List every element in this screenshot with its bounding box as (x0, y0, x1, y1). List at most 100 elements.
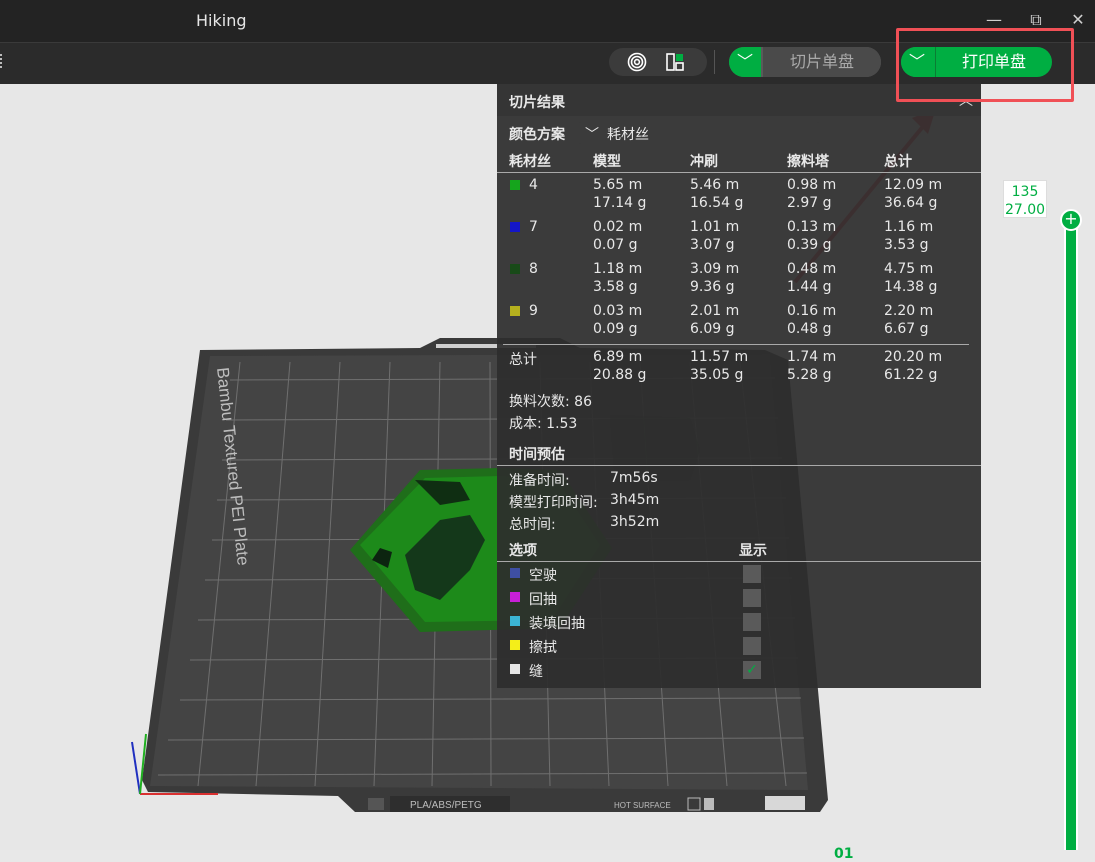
wipe-checkbox[interactable] (743, 637, 761, 655)
layer-number: 135 (1011, 184, 1039, 200)
color-scheme-label: 颜色方案 (509, 127, 565, 143)
slice-plate-label: 切片单盘 (763, 47, 881, 77)
cell: 1.74 m (787, 349, 837, 365)
toolbar-divider (714, 50, 715, 74)
retract-swatch (510, 592, 520, 602)
seam-checkbox[interactable]: ✓ (743, 661, 761, 679)
option-label: 缝 (529, 664, 543, 680)
cell: 12.09 m (884, 177, 943, 193)
panel-title: 切片结果 (509, 95, 565, 111)
cell: 4.75 m (884, 261, 934, 277)
cell: 2.01 m (690, 303, 740, 319)
cell: 1.16 m (884, 219, 934, 235)
deretract-checkbox[interactable] (743, 613, 761, 631)
option-label: 擦拭 (529, 640, 557, 656)
cell: 3.58 g (593, 279, 638, 295)
cell: 14.38 g (884, 279, 938, 295)
filament-id: 4 (529, 177, 538, 193)
cell: 6.89 m (593, 349, 643, 365)
divider (497, 561, 981, 562)
cell: 1.44 g (787, 279, 832, 295)
option-label: 回抽 (529, 592, 557, 608)
layout-view-icon[interactable] (665, 52, 685, 72)
cell: 0.16 m (787, 303, 837, 319)
window-title: Hiking (196, 11, 247, 30)
cell: 5.28 g (787, 367, 832, 383)
cell: 20.88 g (593, 367, 647, 383)
filament-swatch (510, 306, 520, 316)
cell: 16.54 g (690, 195, 744, 211)
options-header: 选项 (509, 543, 537, 559)
cell: 0.98 m (787, 177, 837, 193)
travel-swatch (510, 568, 520, 578)
option-label: 空驶 (529, 568, 557, 584)
deretract-swatch (510, 616, 520, 626)
divider (503, 344, 969, 345)
cell: 2.97 g (787, 195, 832, 211)
view-toggle-group (609, 48, 707, 76)
total-time-label: 总时间: (509, 517, 556, 533)
cell: 0.39 g (787, 237, 832, 253)
cell: 1.18 m (593, 261, 643, 277)
color-scheme-value: 耗材丝 (607, 127, 649, 143)
divider (497, 465, 981, 466)
seam-swatch (510, 664, 520, 674)
wipe-swatch (510, 640, 520, 650)
total-label: 总计 (509, 352, 537, 368)
hot-surface-text: HOT SURFACE (614, 801, 671, 810)
cell: 11.57 m (690, 349, 749, 365)
menu-edge-icon[interactable] (0, 54, 3, 68)
cost: 成本: 1.53 (509, 416, 578, 432)
prep-time-label: 准备时间: (509, 473, 570, 489)
total-time-value: 3h52m (610, 514, 660, 530)
cell: 6.67 g (884, 321, 929, 337)
cell: 9.36 g (690, 279, 735, 295)
col-header-total: 总计 (884, 154, 912, 170)
cell: 35.05 g (690, 367, 744, 383)
cell: 6.09 g (690, 321, 735, 337)
travel-checkbox[interactable] (743, 565, 761, 583)
layer-slider-track[interactable] (1064, 222, 1078, 850)
retract-checkbox[interactable] (743, 589, 761, 607)
slice-plate-button[interactable]: ﹀ 切片单盘 (729, 47, 881, 77)
cell: 0.48 m (787, 261, 837, 277)
checkmark-icon: ✓ (746, 662, 758, 678)
col-header-model: 模型 (593, 154, 621, 170)
display-header: 显示 (739, 543, 767, 559)
cell: 0.13 m (787, 219, 837, 235)
highlight-box (896, 28, 1074, 102)
cell: 17.14 g (593, 195, 647, 211)
cell: 5.46 m (690, 177, 740, 193)
filament-id: 8 (529, 261, 538, 277)
model-time-value: 3h45m (610, 492, 660, 508)
chevron-down-icon: ﹀ (585, 127, 599, 143)
filament-id: 7 (529, 219, 538, 235)
cell: 0.09 g (593, 321, 638, 337)
filament-id: 9 (529, 303, 538, 319)
cell: 3.09 m (690, 261, 740, 277)
cell: 0.03 m (593, 303, 643, 319)
spiral-view-icon[interactable] (627, 52, 647, 72)
slice-dropdown-icon[interactable]: ﹀ (729, 47, 761, 77)
layer-readout: 135 27.00 (1003, 180, 1047, 218)
layer-slider-knob[interactable]: + (1060, 209, 1082, 231)
cell: 0.48 g (787, 321, 832, 337)
cell: 61.22 g (884, 367, 938, 383)
cell: 2.20 m (884, 303, 934, 319)
prep-time-value: 7m56s (610, 470, 658, 486)
option-label: 装填回抽 (529, 616, 585, 632)
filament-swatch (510, 264, 520, 274)
divider (497, 172, 981, 173)
filament-swatch (510, 180, 520, 190)
col-header-flush: 冲刷 (690, 154, 718, 170)
layer-height: 27.00 (1004, 202, 1046, 218)
cell: 3.53 g (884, 237, 929, 253)
time-section-title: 时间预估 (509, 447, 565, 463)
col-header-filament: 耗材丝 (509, 154, 551, 170)
filament-changes: 换料次数: 86 (509, 394, 592, 410)
cell: 5.65 m (593, 177, 643, 193)
color-scheme-select[interactable]: ﹀ 耗材丝 (579, 122, 819, 144)
cell: 0.07 g (593, 237, 638, 253)
col-header-tower: 擦料塔 (787, 154, 829, 170)
plate-number: 01 (834, 846, 854, 862)
